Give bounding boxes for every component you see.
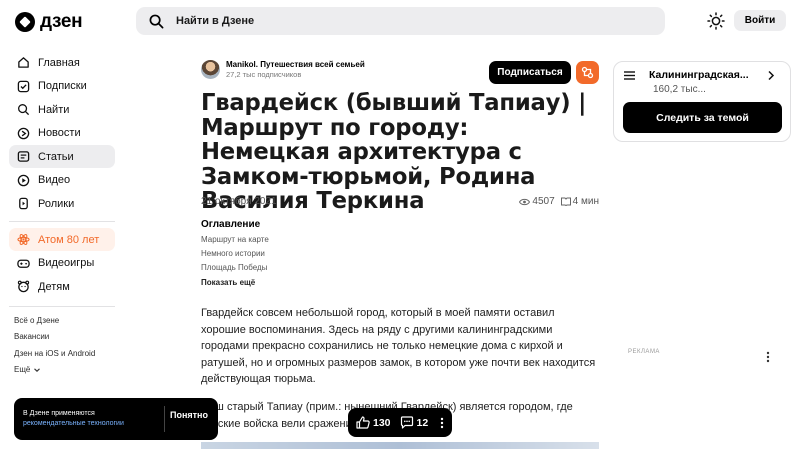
article-date: 21 октября 2021 [201, 196, 277, 207]
shorts-icon [19, 197, 28, 210]
toc-item[interactable]: Немного истории [201, 249, 269, 263]
footer-link-apps[interactable]: Дзен на iOS и Android [14, 346, 115, 362]
sidebar-item-games[interactable]: Видеоигры [9, 252, 115, 275]
like-button[interactable]: 130 [356, 416, 391, 429]
sidebar-item-label: Новости [38, 127, 81, 139]
login-button[interactable]: Войти [734, 10, 786, 31]
footer-link-jobs[interactable]: Вакансии [14, 329, 115, 345]
atom-icon [17, 234, 30, 245]
zen-logo-icon [15, 12, 35, 32]
sidebar-item-label: Атом 80 лет [38, 233, 100, 246]
thumbs-up-icon [356, 416, 370, 429]
article-paragraph: Гвардейск совсем небольшой город, которы… [201, 307, 596, 386]
sidebar-item-articles[interactable]: Статьи [9, 145, 115, 168]
topic-card: Калининградская... 160,2 тыс... Следить … [613, 61, 791, 142]
video-icon [17, 174, 30, 186]
sidebar-item-subscriptions[interactable]: Подписки [9, 75, 115, 98]
gamepad-icon [17, 259, 30, 268]
articles-icon [17, 151, 30, 162]
toc-show-more[interactable]: Показать ещё [201, 278, 269, 287]
sidebar-item-atom[interactable]: Атом 80 лет [9, 228, 115, 251]
sidebar-item-shorts[interactable]: Ролики [9, 192, 115, 215]
toc-heading: Оглавление [201, 219, 261, 230]
search-icon [149, 14, 164, 28]
search-bar[interactable] [136, 7, 665, 35]
cookie-banner: В Дзене применяются рекомендательные тех… [14, 398, 218, 440]
sidebar-divider [9, 306, 115, 307]
topic-name[interactable]: Калининградская... [649, 69, 749, 81]
sidebar-item-label: Детям [38, 280, 70, 293]
subscribe-button[interactable]: Подписаться [489, 61, 571, 84]
chevron-right-icon[interactable] [767, 70, 775, 81]
book-icon [560, 197, 571, 206]
more-vertical-icon[interactable] [763, 351, 773, 363]
footer-link-about[interactable]: Всё о Дзене [14, 313, 115, 329]
read-time: 4 мин [572, 196, 599, 207]
sidebar-item-label: Главная [38, 56, 80, 69]
author-subscribers: 27,2 тыс подписчиков [226, 70, 302, 79]
search-icon [18, 104, 30, 116]
recommendation-tech-link[interactable]: рекомендательные технологии [23, 420, 124, 427]
sidebar-divider [9, 221, 115, 222]
sidebar-item-label: Подписки [38, 80, 87, 92]
likes-count: 130 [373, 416, 391, 429]
eye-icon [519, 198, 531, 205]
search-input[interactable] [176, 15, 596, 27]
follow-topic-button[interactable]: Следить за темой [623, 102, 782, 133]
sidebar-item-label: Видеоигры [38, 257, 95, 269]
sidebar-item-label: Видео [38, 174, 71, 186]
comment-icon [400, 416, 413, 429]
sidebar-item-video[interactable]: Видео [9, 169, 115, 192]
share-icon [581, 66, 594, 79]
logo[interactable]: дзен [15, 11, 83, 33]
cookie-ok-button[interactable]: Понятно [170, 410, 208, 420]
ad-label: РЕКЛАМА [628, 349, 660, 355]
author-name[interactable]: Manikol. Путешествия всей семьей [226, 60, 365, 69]
kids-icon [17, 280, 30, 293]
views-stat: 4507 [519, 196, 555, 207]
home-icon [18, 57, 29, 68]
table-of-contents: Оглавление Маршрут на карте Немного исто… [201, 219, 269, 287]
footer-more[interactable]: Ещё [14, 362, 115, 378]
toc-item[interactable]: Маршрут на карте [201, 235, 269, 249]
topic-row[interactable]: Калининградская... [624, 69, 784, 81]
article-image [201, 442, 599, 449]
news-icon [17, 127, 30, 139]
sidebar-item-label: Ролики [38, 197, 75, 210]
topic-subscribers: 160,2 тыс... [653, 84, 706, 95]
author-block[interactable]: Manikol. Путешествия всей семьей 27,2 ты… [201, 60, 365, 79]
sidebar-item-label: Найти [38, 103, 70, 116]
chevron-down-icon [34, 368, 41, 372]
menu-icon [624, 70, 635, 80]
share-button[interactable] [576, 61, 599, 84]
reactions-bar: 130 12 [348, 408, 452, 437]
sidebar-item-kids[interactable]: Детям [9, 275, 115, 298]
paragraph-line: русские войска вели сражения... [201, 417, 367, 430]
theme-toggle-icon[interactable] [707, 12, 725, 30]
toc-item[interactable]: Площадь Победы [201, 263, 269, 277]
comments-count: 12 [416, 416, 429, 429]
comments-button[interactable]: 12 [400, 416, 429, 429]
sidebar-footer: Всё о Дзене Вакансии Дзен на iOS и Andro… [9, 313, 115, 378]
avatar[interactable] [201, 60, 220, 79]
sidebar-item-label: Статьи [38, 150, 74, 163]
article-stats: 4507 4 мин [519, 196, 599, 207]
subscriptions-icon [17, 80, 30, 92]
cookie-text: В Дзене применяются рекомендательные тех… [23, 409, 124, 429]
sidebar-item-home[interactable]: Главная [9, 51, 115, 74]
logo-text: дзен [40, 11, 83, 32]
footer-more-label: Ещё [14, 365, 31, 375]
cookie-divider [164, 406, 165, 432]
read-time-stat: 4 мин [560, 196, 599, 207]
cookie-line: В Дзене применяются [23, 410, 95, 417]
more-vertical-icon[interactable] [439, 417, 445, 429]
views-count: 4507 [532, 196, 555, 207]
sidebar-item-search[interactable]: Найти [9, 98, 115, 121]
sidebar-nav: Главная Подписки Найти Новости Статьи Ви… [9, 51, 115, 378]
sidebar-item-news[interactable]: Новости [9, 122, 115, 145]
